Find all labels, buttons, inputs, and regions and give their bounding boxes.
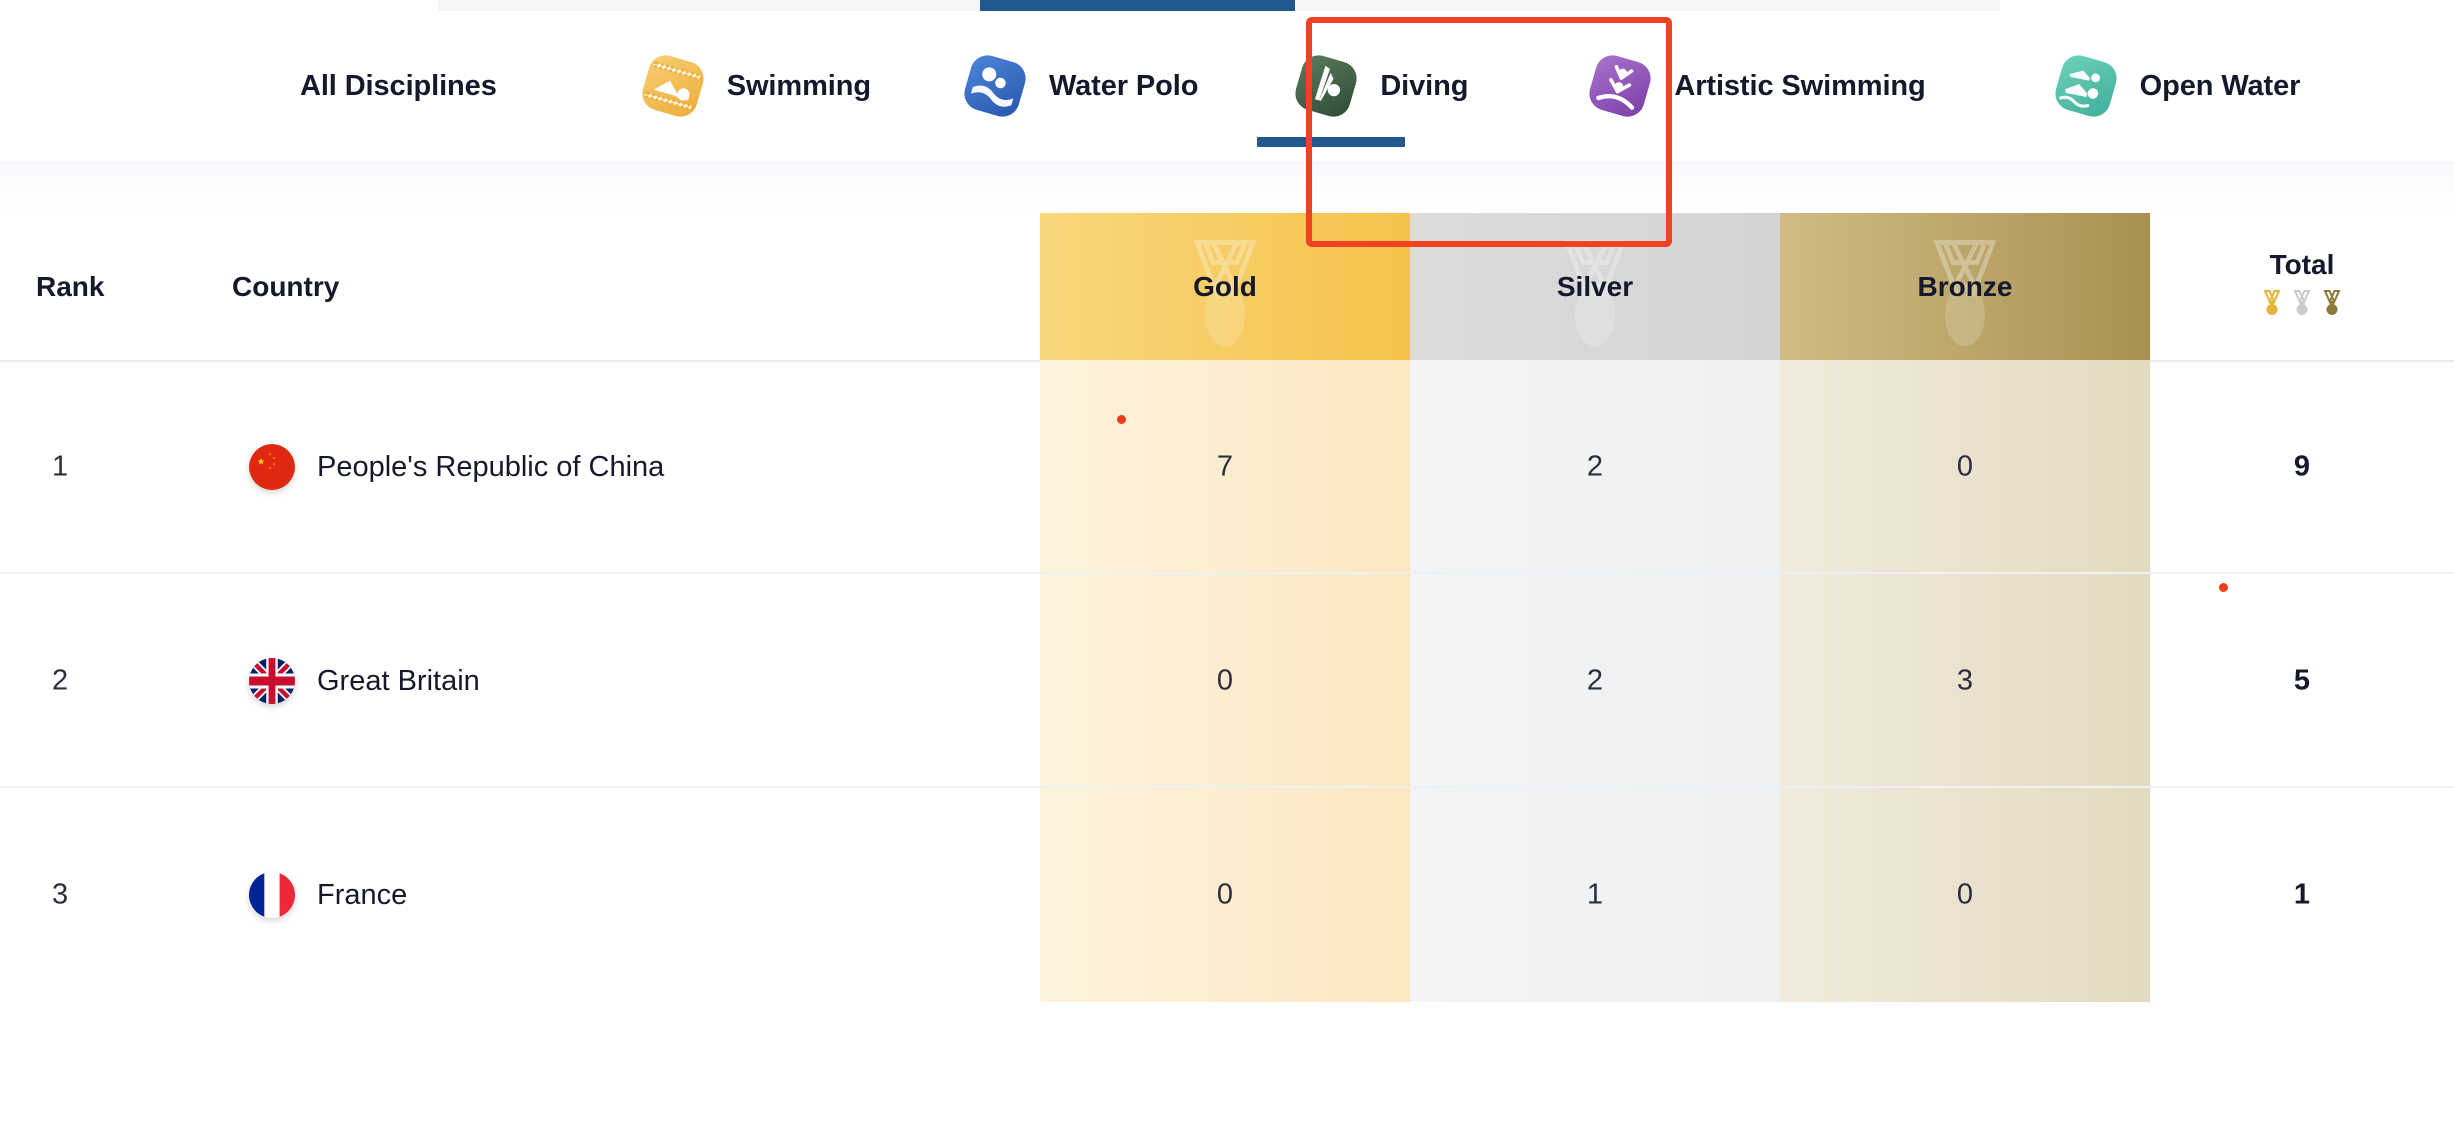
cell-bronze: 0 — [1956, 878, 1974, 911]
tab-open-water[interactable]: Open Water — [2037, 11, 2301, 161]
active-tab-indicator — [1257, 137, 1406, 147]
table-row[interactable]: 3 France 0 1 0 1 — [0, 788, 2454, 1002]
discipline-tab-bar: All Disciplines Swimming Water Polo Divi… — [0, 11, 2454, 161]
table-row[interactable]: 2 Great Britain 0 2 3 5 — [0, 574, 2454, 788]
cell-total: 5 — [2293, 664, 2311, 697]
cell-silver: 1 — [1586, 878, 1604, 911]
medal-standings-table: Gold Silver Bronze Rank Country Total 1 … — [0, 213, 2454, 1002]
column-header-gold[interactable]: Gold — [1040, 271, 1410, 303]
cell-rank: 3 — [52, 878, 69, 911]
silver-column-header-band: Silver — [1410, 213, 1780, 360]
gold-medal-icon — [2259, 288, 2285, 323]
tab-label: Diving — [1380, 69, 1469, 102]
bronze-column-header-band: Bronze — [1780, 213, 2150, 360]
cell-country: Great Britain — [249, 658, 480, 704]
cursor-marker-dot — [2219, 583, 2228, 592]
cell-silver: 2 — [1586, 450, 1604, 483]
tab-diving[interactable]: Diving — [1257, 11, 1469, 161]
flag-great-britain — [249, 658, 295, 704]
country-name: Great Britain — [317, 664, 480, 697]
tab-all-disciplines[interactable]: All Disciplines — [300, 11, 497, 161]
flag-china — [249, 444, 295, 490]
cell-total: 1 — [2293, 878, 2311, 911]
cell-country: France — [249, 872, 407, 918]
table-header-row: Gold Silver Bronze Rank Country Total — [0, 213, 2454, 362]
cell-rank: 2 — [52, 664, 69, 697]
cursor-marker-dot — [1117, 415, 1126, 424]
artistic-swimming-icon — [1572, 38, 1669, 134]
cell-gold: 0 — [1216, 878, 1234, 911]
cell-gold: 7 — [1216, 450, 1234, 483]
gold-column-header-band: Gold — [1040, 213, 1410, 360]
swimming-icon — [624, 38, 721, 134]
tab-label: Artistic Swimming — [1674, 69, 1926, 102]
column-header-rank[interactable]: Rank — [36, 271, 104, 303]
bronze-medal-icon — [2319, 288, 2345, 323]
discipline-tabs: All Disciplines Swimming Water Polo Divi… — [0, 11, 2300, 161]
tab-label: Water Polo — [1048, 69, 1199, 102]
total-label: Total — [2269, 248, 2335, 280]
cell-silver: 2 — [1586, 664, 1604, 697]
country-name: France — [317, 878, 408, 911]
cell-bronze: 3 — [1956, 664, 1974, 697]
tab-artistic-swimming[interactable]: Artistic Swimming — [1572, 11, 1926, 161]
column-header-country[interactable]: Country — [232, 271, 339, 303]
medal-table-page: All Disciplines Swimming Water Polo Divi… — [0, 0, 2454, 1146]
open-water-icon — [2037, 38, 2134, 134]
water-polo-icon — [946, 38, 1043, 134]
tab-label: Swimming — [726, 69, 871, 102]
column-header-silver[interactable]: Silver — [1410, 271, 1780, 303]
cell-gold: 0 — [1216, 664, 1234, 697]
silver-medal-icon — [2289, 288, 2315, 323]
column-header-total[interactable]: Total — [2150, 248, 2454, 323]
total-medal-icons — [2150, 288, 2454, 323]
column-header-bronze[interactable]: Bronze — [1780, 271, 2150, 303]
previous-tab-underline — [980, 0, 1295, 11]
cell-rank: 1 — [52, 450, 69, 483]
tab-label: All Disciplines — [300, 69, 497, 102]
cell-country: People's Republic of China — [249, 444, 664, 490]
tab-swimming[interactable]: Swimming — [624, 11, 871, 161]
tab-water-polo[interactable]: Water Polo — [946, 11, 1199, 161]
diving-icon — [1278, 38, 1375, 134]
country-name: People's Republic of China — [317, 450, 665, 483]
tabbar-shadow — [0, 161, 2454, 213]
cell-bronze: 0 — [1956, 450, 1974, 483]
flag-france — [249, 872, 295, 918]
table-row[interactable]: 1 People's Republic of China 7 2 0 9 — [0, 360, 2454, 574]
cell-total: 9 — [2293, 450, 2311, 483]
tab-label: Open Water — [2139, 69, 2301, 102]
